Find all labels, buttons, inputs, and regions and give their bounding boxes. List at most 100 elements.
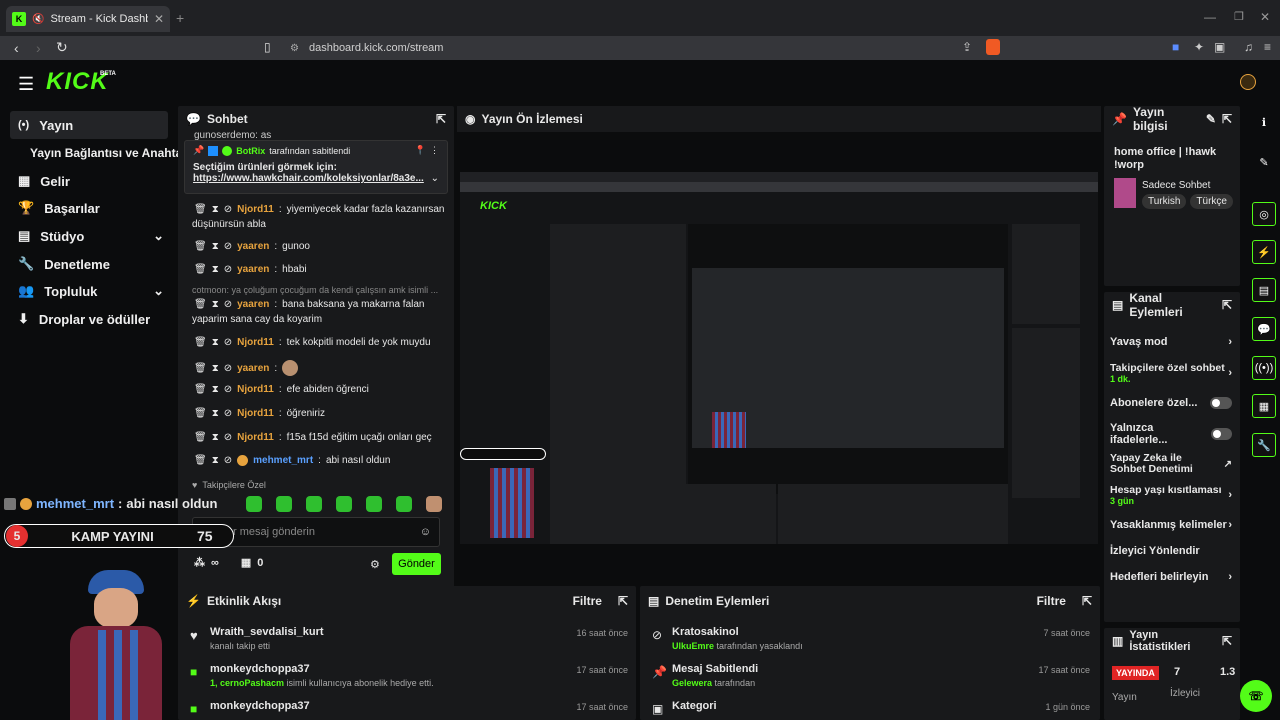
pinned-message[interactable]: 📌 BotRix tarafından sabitlendi 📍 ⋮ Seçti…	[184, 140, 448, 194]
timeout-icon[interactable]: ⧗	[212, 384, 219, 395]
reload-icon[interactable]: ↻	[56, 39, 68, 56]
chest-icon[interactable]: ▦	[241, 556, 251, 569]
close-tab-icon[interactable]: ✕	[154, 12, 164, 26]
muted-audio-icon[interactable]: 🔇	[32, 14, 44, 25]
popout-icon[interactable]: ⇱	[1222, 634, 1232, 648]
emote-icon[interactable]	[246, 496, 262, 512]
emote-icon[interactable]	[336, 496, 352, 512]
puzzle-icon[interactable]: ✦	[1194, 40, 1204, 54]
ban-icon[interactable]: ⊘	[224, 299, 232, 310]
sidebar-item-gelir[interactable]: ▦ Gelir	[10, 167, 168, 195]
emote-icon[interactable]	[306, 496, 322, 512]
trash-icon[interactable]: 🗑	[194, 204, 207, 215]
trash-icon[interactable]: 🗑	[194, 241, 207, 252]
ban-icon[interactable]: ⊘	[224, 264, 232, 275]
edit-icon[interactable]: ✎	[1206, 112, 1216, 126]
chat-username[interactable]: mehmet_mrt	[253, 455, 313, 466]
minimize-icon[interactable]: —	[1204, 10, 1216, 24]
more-options-icon[interactable]: ⋮	[430, 145, 439, 156]
chat-username[interactable]: Njord11	[237, 408, 274, 419]
layout-icon[interactable]: ▦	[1252, 394, 1276, 418]
ban-icon[interactable]: ⊘	[224, 384, 232, 395]
timeout-icon[interactable]: ⧗	[212, 432, 219, 443]
camera-icon[interactable]: ◎	[1252, 202, 1276, 226]
info-icon[interactable]: ℹ	[1252, 110, 1276, 134]
points-icon[interactable]: ⁂	[194, 556, 205, 569]
wrench-icon[interactable]: 🔧	[1252, 433, 1276, 457]
toggle-switch[interactable]	[1210, 428, 1232, 440]
ban-icon[interactable]: ⊘	[224, 204, 232, 215]
moderation-row[interactable]: 📌 Mesaj Sabitlendi Gelewera tarafından 1…	[652, 663, 1092, 695]
ban-icon[interactable]: ⊘	[224, 455, 232, 466]
sidebar-item-topluluk[interactable]: 👥 Topluluk ⌄	[10, 277, 168, 305]
sidebar-item-yayin[interactable]: (•) Yayın	[10, 111, 168, 139]
site-info-icon[interactable]: ⚙	[290, 43, 299, 54]
filter-button[interactable]: Filtre	[1037, 594, 1066, 608]
trash-icon[interactable]: 🗑	[194, 384, 207, 395]
moderation-row[interactable]: ▣ Kategori 1 gün önce	[652, 700, 1092, 720]
browser-tab[interactable]: K 🔇 Stream - Kick Dashboard ✕	[6, 6, 170, 32]
lightning-icon[interactable]: ⚡	[1252, 240, 1276, 264]
emote-icon[interactable]	[396, 496, 412, 512]
action-subscribers-only[interactable]: Abonelere özel...	[1110, 395, 1232, 411]
emoji-icon[interactable]: ☺	[420, 526, 431, 538]
timeout-icon[interactable]: ⧗	[212, 299, 219, 310]
moderation-row[interactable]: ⊘ Kratosakinol UlkuEmre tarafından yasak…	[652, 626, 1092, 658]
trash-icon[interactable]: 🗑	[194, 363, 207, 374]
edit-icon[interactable]: ✎	[1252, 150, 1276, 174]
timeout-icon[interactable]: ⧗	[212, 204, 219, 215]
tag-chip[interactable]: Türkçe	[1190, 194, 1233, 209]
category-name[interactable]: Sadece Sohbet	[1142, 180, 1210, 191]
emote-icon[interactable]	[426, 496, 442, 512]
chat-settings-icon[interactable]: ⚙	[370, 558, 380, 571]
unpin-icon[interactable]: 📍	[415, 145, 426, 156]
emote-icon[interactable]	[366, 496, 382, 512]
extension-icon[interactable]: ■	[1172, 40, 1179, 54]
chevron-down-icon[interactable]: ⌄	[431, 173, 439, 184]
back-icon[interactable]: ‹	[14, 40, 19, 56]
timeout-icon[interactable]: ⧗	[212, 455, 219, 466]
new-tab-icon[interactable]: +	[176, 10, 184, 26]
broadcast-icon[interactable]: ((•))	[1252, 356, 1276, 380]
chat-username[interactable]: yaaren	[237, 363, 269, 374]
action-banned-words[interactable]: Yasaklanmış kelimeler ›	[1110, 517, 1232, 533]
timeout-icon[interactable]: ⧗	[212, 408, 219, 419]
trash-icon[interactable]: 🗑	[194, 264, 207, 275]
popout-icon[interactable]: ⇱	[1082, 594, 1092, 608]
maximize-icon[interactable]: ❐	[1234, 10, 1244, 23]
ban-icon[interactable]: ⊘	[224, 408, 232, 419]
share-icon[interactable]: ⇪	[962, 40, 972, 54]
action-followers-only[interactable]: Takipçilere özel sohbet 1 dk. ›	[1110, 360, 1232, 386]
ban-icon[interactable]: ⊘	[224, 337, 232, 348]
filter-button[interactable]: Filtre	[573, 594, 602, 608]
trash-icon[interactable]: 🗑	[194, 432, 207, 443]
timeout-icon[interactable]: ⧗	[212, 363, 219, 374]
close-window-icon[interactable]: ✕	[1260, 10, 1270, 24]
forward-icon[interactable]: ›	[36, 40, 41, 56]
action-goals[interactable]: Hedefleri belirleyin ›	[1110, 569, 1232, 585]
menu-icon[interactable]: ≡	[1264, 40, 1271, 54]
sidebar-item-stream-key[interactable]: Yayın Bağlantısı ve Anahtarı	[10, 139, 190, 167]
ban-icon[interactable]: ⊘	[224, 432, 232, 443]
avatar[interactable]	[1240, 74, 1256, 90]
tag-chip[interactable]: Turkish	[1142, 194, 1187, 209]
chat-username[interactable]: yaaren	[237, 299, 269, 310]
activity-row[interactable]: ♥ Wraith_sevdalisi_kurt kanalı takip ett…	[190, 626, 630, 658]
activity-row[interactable]: ■ monkeydchoppa37 17 saat önce	[190, 700, 630, 720]
chat-username[interactable]: Njord11	[237, 432, 274, 443]
chat-username[interactable]: Njord11	[237, 204, 274, 215]
sidebar-item-studyo[interactable]: ▤ Stüdyo ⌄	[10, 222, 168, 250]
chat-username[interactable]: Njord11	[237, 337, 274, 348]
activity-row[interactable]: ■ monkeydchoppa37 1, cernoPashacm isimli…	[190, 663, 630, 695]
chat-bubble-icon[interactable]: 💬	[1252, 317, 1276, 341]
brave-shield-icon[interactable]	[986, 39, 1000, 55]
action-account-age[interactable]: Hesap yaşı kısıtlaması 3 gün ›	[1110, 482, 1232, 508]
sidebar-item-denetleme[interactable]: 🔧 Denetleme	[10, 250, 168, 278]
chat-username[interactable]: yaaren	[237, 264, 269, 275]
timeout-icon[interactable]: ⧗	[212, 241, 219, 252]
timeout-icon[interactable]: ⧗	[212, 337, 219, 348]
popout-icon[interactable]: ⇱	[618, 594, 628, 608]
emote-icon[interactable]	[276, 496, 292, 512]
ban-icon[interactable]: ⊘	[224, 241, 232, 252]
pinned-link[interactable]: https://www.hawkchair.com/koleksiyonlar/…	[193, 173, 431, 184]
